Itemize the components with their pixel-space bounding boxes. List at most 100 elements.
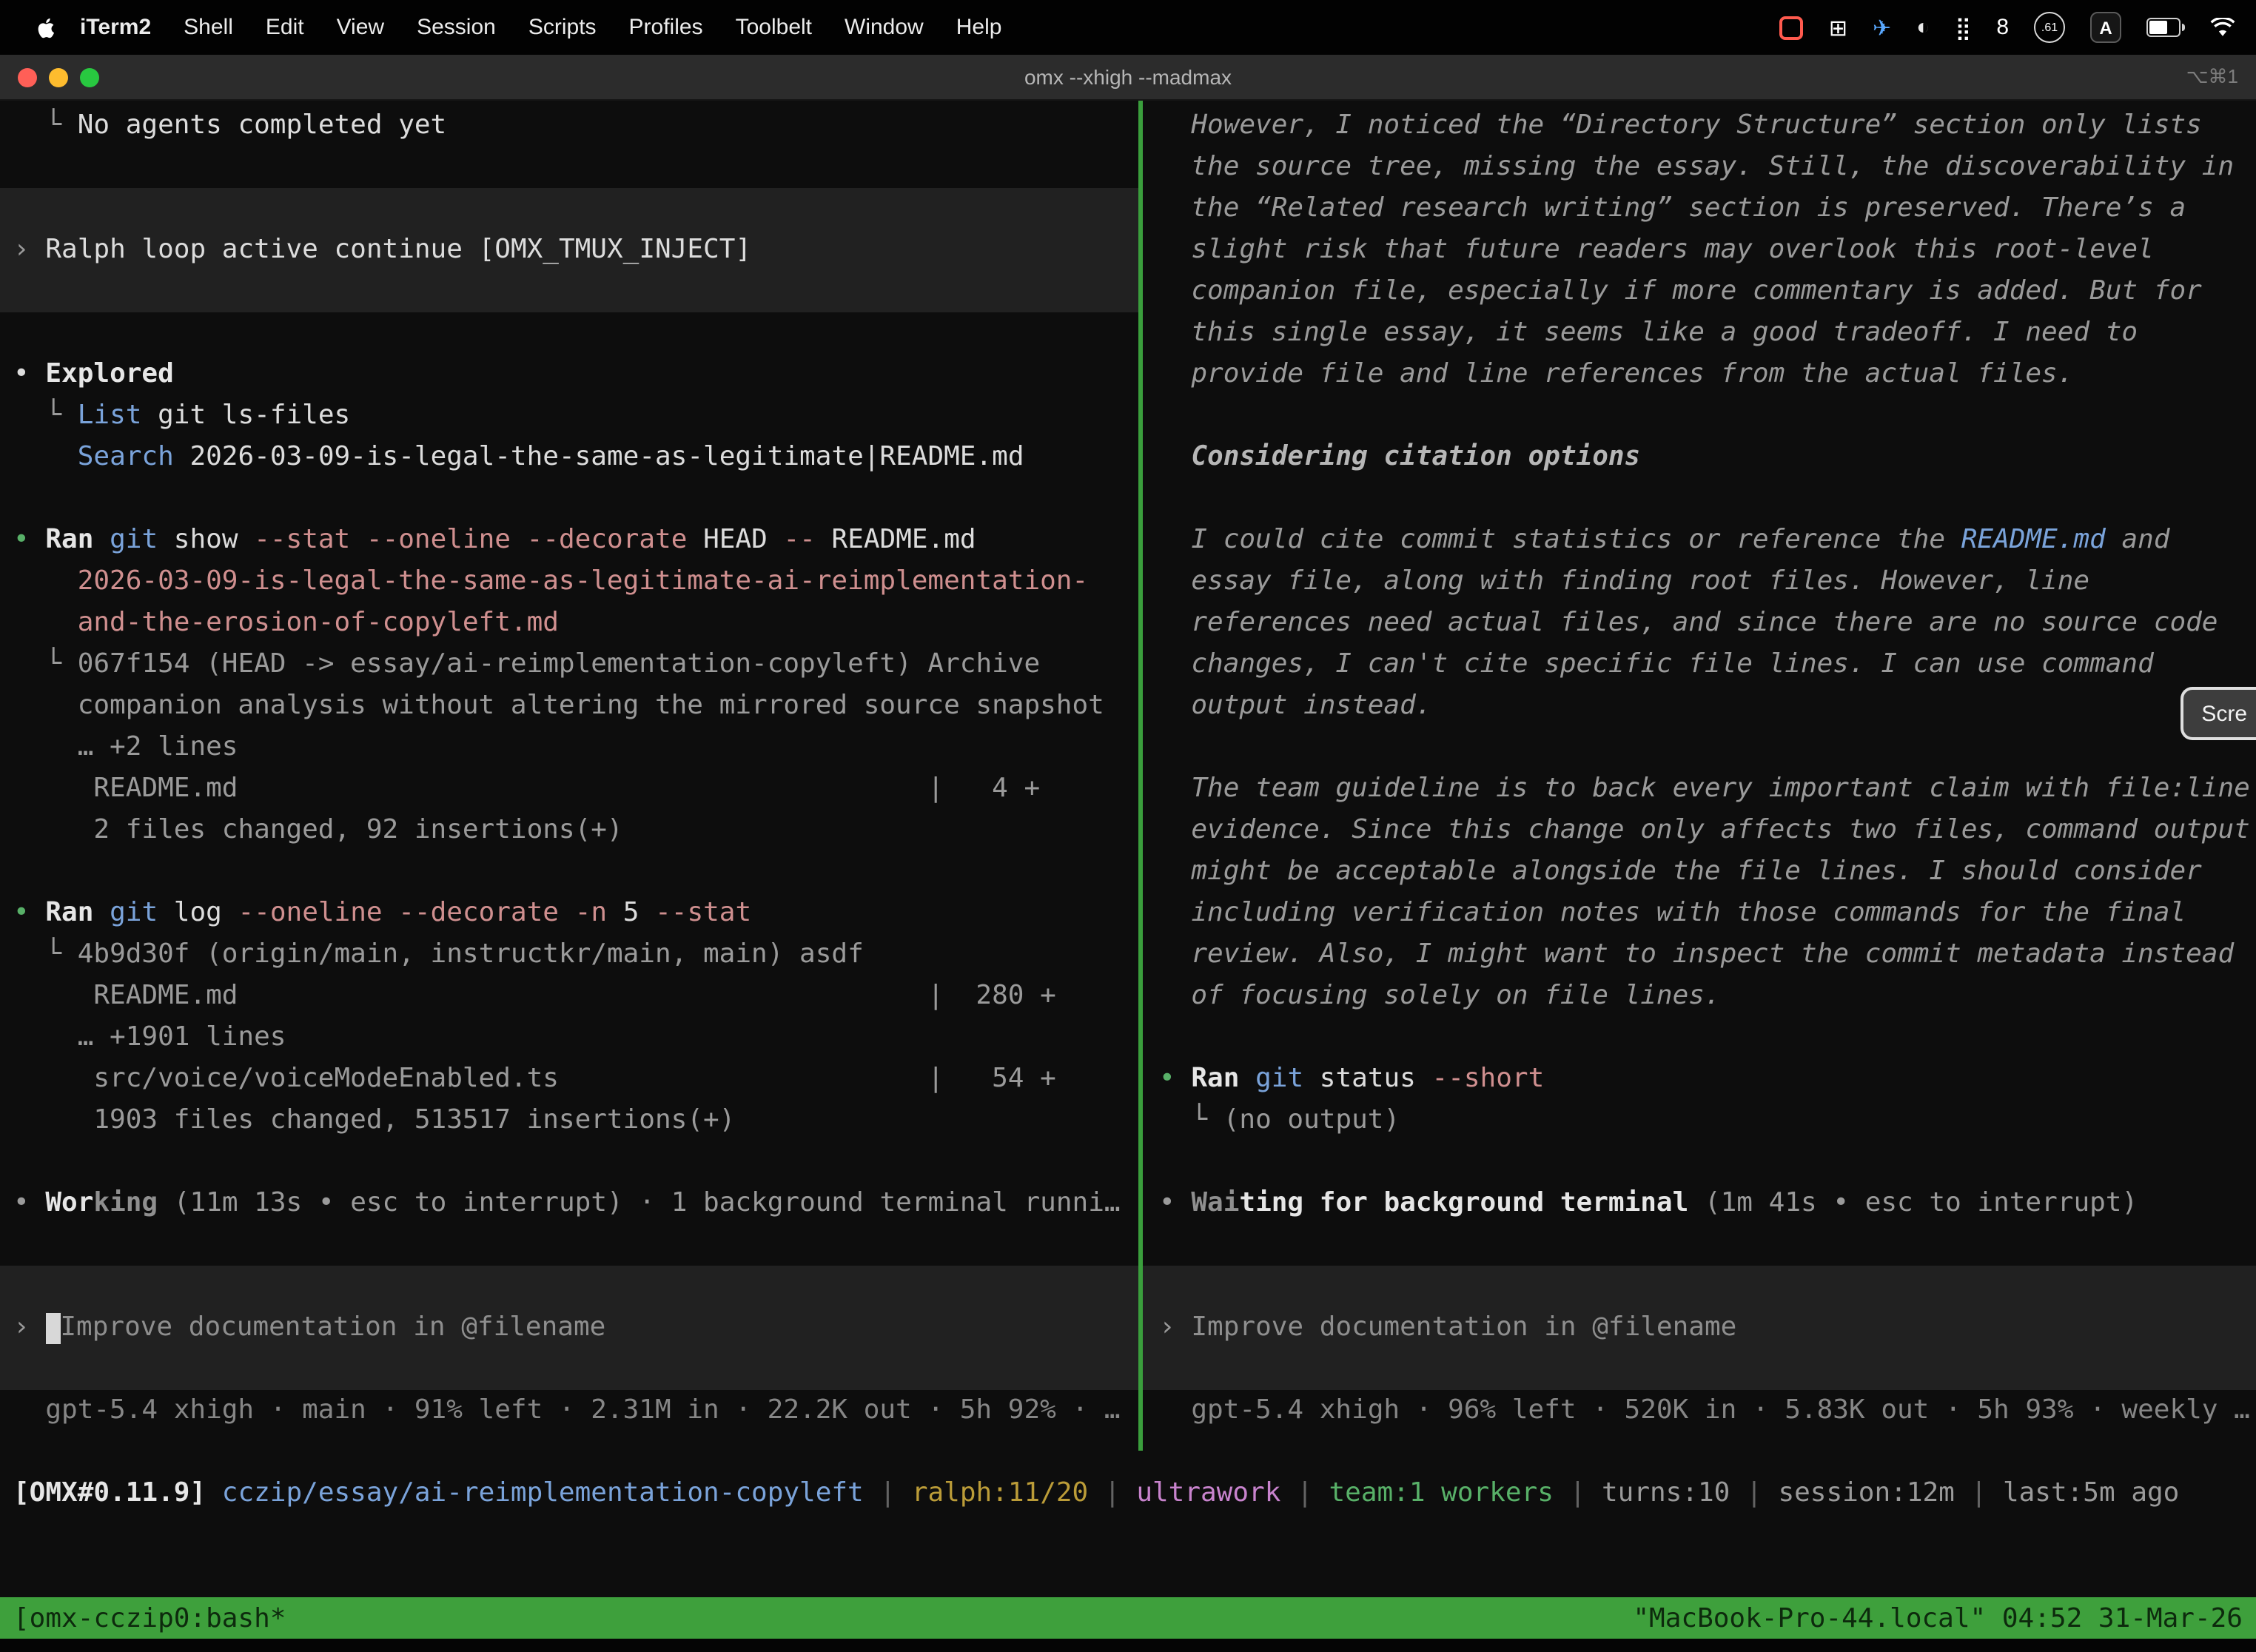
input-source-icon[interactable]: A bbox=[2090, 12, 2121, 43]
terminal-line: › Improve documentation in @filename bbox=[1159, 1307, 1736, 1349]
left-pane-output: • Explored └ List git ls-files Search 20… bbox=[13, 354, 1138, 1224]
terminal-line: • Ran git log --oneline --decorate -n 5 … bbox=[13, 893, 1138, 934]
terminal-line: └ List git ls-files bbox=[13, 395, 1138, 437]
terminal-line: README.md | 280 + bbox=[13, 976, 1138, 1017]
apple-logo-icon bbox=[36, 16, 56, 39]
tmux-panes: └ No agents completed yet › Ralph loop a… bbox=[0, 101, 2256, 1451]
terminal-line: … +2 lines bbox=[13, 727, 1138, 768]
terminal-line: … +1901 lines bbox=[13, 1017, 1138, 1058]
left-prompt-input[interactable]: › Improve documentation in @filename bbox=[0, 1266, 1138, 1390]
terminal-line: slight risk that future readers may over… bbox=[1159, 229, 2256, 271]
terminal-line: src/voice/voiceModeEnabled.ts | 54 + bbox=[13, 1058, 1138, 1100]
menu-item-profiles[interactable]: Profiles bbox=[613, 15, 719, 40]
terminal-line: references need actual files, and since … bbox=[1159, 602, 2256, 644]
terminal-line: provide file and line references from th… bbox=[1159, 354, 2256, 395]
terminal-line: └ (no output) bbox=[1159, 1100, 2256, 1141]
terminal-line bbox=[13, 1141, 1138, 1183]
window-title: omx --xhigh --madmax bbox=[0, 65, 2256, 89]
terminal-line: output instead. bbox=[1159, 685, 2256, 727]
terminal-line: gpt-5.4 xhigh · 96% left · 520K in · 5.8… bbox=[1159, 1390, 2256, 1431]
terminal-line: • Working (11m 13s • esc to interrupt) ·… bbox=[13, 1183, 1138, 1224]
menu-item-toolbelt[interactable]: Toolbelt bbox=[719, 15, 828, 40]
right-model-status-line: gpt-5.4 xhigh · 96% left · 520K in · 5.8… bbox=[1159, 1390, 2256, 1431]
terminal-line: changes, I can't cite specific file line… bbox=[1159, 644, 2256, 685]
apple-menu[interactable] bbox=[21, 16, 71, 39]
terminal-area: └ No agents completed yet › Ralph loop a… bbox=[0, 101, 2256, 1597]
terminal-line: • Explored bbox=[13, 354, 1138, 395]
desktop-screen: iTerm2ShellEditViewSessionScriptsProfile… bbox=[0, 0, 2256, 1652]
terminal-line: including verification notes with those … bbox=[1159, 893, 2256, 934]
window-shortcut-badge: ⌥⌘1 bbox=[2186, 65, 2256, 89]
terminal-line: the “Related research writing” section i… bbox=[1159, 188, 2256, 229]
terminal-line bbox=[1159, 727, 2256, 768]
terminal-line: └ 067f154 (HEAD -> essay/ai-reimplementa… bbox=[13, 644, 1138, 685]
battery-gauge-icon[interactable]: .61 bbox=[2034, 12, 2065, 43]
terminal-line bbox=[1159, 1017, 2256, 1058]
block-cursor bbox=[45, 1312, 60, 1343]
terminal-line bbox=[13, 851, 1138, 893]
macos-menu-bar: iTerm2ShellEditViewSessionScriptsProfile… bbox=[0, 0, 2256, 55]
screenshot-overlay[interactable]: Scre bbox=[2181, 687, 2256, 740]
menu-item-iterm2[interactable]: iTerm2 bbox=[71, 15, 167, 40]
dots-grid-icon[interactable]: ⣿ bbox=[1955, 14, 1971, 41]
inject-banner: › Ralph loop active continue [OMX_TMUX_I… bbox=[0, 188, 1138, 312]
tmux-host-clock-label: "MacBook-Pro-44.local" 04:52 31-Mar-26 bbox=[1633, 1602, 2243, 1633]
terminal-line: I could cite commit statistics or refere… bbox=[1159, 520, 2256, 561]
terminal-line: of focusing solely on file lines. bbox=[1159, 976, 2256, 1017]
omx-session-status-line: [OMX#0.11.9] cczip/essay/ai-reimplementa… bbox=[0, 1473, 2256, 1514]
terminal-line: However, I noticed the “Directory Struct… bbox=[1159, 105, 2256, 147]
terminal-line: The team guideline is to back every impo… bbox=[1159, 768, 2256, 810]
terminal-line: 2 files changed, 92 insertions(+) bbox=[13, 810, 1138, 851]
terminal-line: might be acceptable alongside the file l… bbox=[1159, 851, 2256, 893]
terminal-line bbox=[1159, 1141, 2256, 1183]
terminal-line: › Improve documentation in @filename bbox=[13, 1307, 605, 1349]
menu-item-scripts[interactable]: Scripts bbox=[512, 15, 613, 40]
terminal-line bbox=[1159, 395, 2256, 437]
terminal-line: the source tree, missing the essay. Stil… bbox=[1159, 147, 2256, 188]
paper-plane-icon[interactable]: ✈ bbox=[1873, 14, 1891, 41]
terminal-line: README.md | 4 + bbox=[13, 768, 1138, 810]
menu-item-edit[interactable]: Edit bbox=[249, 15, 320, 40]
menu-item-help[interactable]: Help bbox=[940, 15, 1018, 40]
left-pane-scrollback: └ No agents completed yet bbox=[13, 105, 1138, 147]
right-prompt-input[interactable]: › Improve documentation in @filename bbox=[1143, 1266, 2256, 1390]
terminal-line: review. Also, I might want to inspect th… bbox=[1159, 934, 2256, 976]
left-terminal-pane[interactable]: └ No agents completed yet › Ralph loop a… bbox=[0, 101, 1138, 1451]
spacer bbox=[13, 1224, 1138, 1266]
menubar-status-icons: ⊞ ✈ ◐ ⣿ 8 .61 A bbox=[1780, 12, 2235, 43]
spacer bbox=[13, 147, 1138, 188]
screen-recording-icon[interactable] bbox=[1780, 16, 1804, 39]
menu-item-window[interactable]: Window bbox=[828, 15, 940, 40]
menu-items: iTerm2ShellEditViewSessionScriptsProfile… bbox=[71, 15, 1018, 40]
tmux-status-bar: [omx-cczip0:bash* "MacBook-Pro-44.local"… bbox=[0, 1597, 2256, 1639]
screenshot-overlay-label: Scre bbox=[2201, 701, 2247, 726]
terminal-line: • Waiting for background terminal (1m 41… bbox=[1159, 1183, 2256, 1224]
terminal-line: this single essay, it seems like a good … bbox=[1159, 312, 2256, 354]
terminal-line: Considering citation options bbox=[1159, 437, 2256, 478]
figure8-app-icon[interactable]: 8 bbox=[1996, 15, 2009, 40]
terminal-line: • Ran git show --stat --oneline --decora… bbox=[13, 520, 1138, 561]
terminal-line: └ 4b9d30f (origin/main, instructkr/main,… bbox=[13, 934, 1138, 976]
terminal-line: companion analysis without altering the … bbox=[13, 685, 1138, 727]
spacer bbox=[13, 312, 1138, 354]
battery-icon[interactable] bbox=[2146, 18, 2185, 37]
terminal-line: and-the-erosion-of-copyleft.md bbox=[13, 602, 1138, 644]
window-grid-icon[interactable]: ⊞ bbox=[1829, 14, 1847, 41]
terminal-line: └ No agents completed yet bbox=[13, 105, 1138, 147]
spacer bbox=[1159, 1224, 2256, 1266]
terminal-line: Search 2026-03-09-is-legal-the-same-as-l… bbox=[13, 437, 1138, 478]
menu-item-session[interactable]: Session bbox=[400, 15, 512, 40]
tmux-session-window-label: [omx-cczip0:bash* bbox=[13, 1602, 286, 1633]
menu-item-view[interactable]: View bbox=[320, 15, 401, 40]
right-pane-output: However, I noticed the “Directory Struct… bbox=[1159, 105, 2256, 1224]
window-title-bar[interactable]: omx --xhigh --madmax ⌥⌘1 bbox=[0, 55, 2256, 101]
right-terminal-pane[interactable]: However, I noticed the “Directory Struct… bbox=[1143, 101, 2256, 1451]
terminal-line bbox=[13, 478, 1138, 520]
terminal-line: essay file, along with finding root file… bbox=[1159, 561, 2256, 602]
zoom-window-button[interactable] bbox=[80, 67, 99, 87]
shutter-app-icon[interactable]: ◐ bbox=[1916, 15, 1930, 40]
menu-item-shell[interactable]: Shell bbox=[167, 15, 249, 40]
close-window-button[interactable] bbox=[18, 67, 37, 87]
wifi-icon[interactable] bbox=[2210, 18, 2235, 37]
minimize-window-button[interactable] bbox=[49, 67, 68, 87]
